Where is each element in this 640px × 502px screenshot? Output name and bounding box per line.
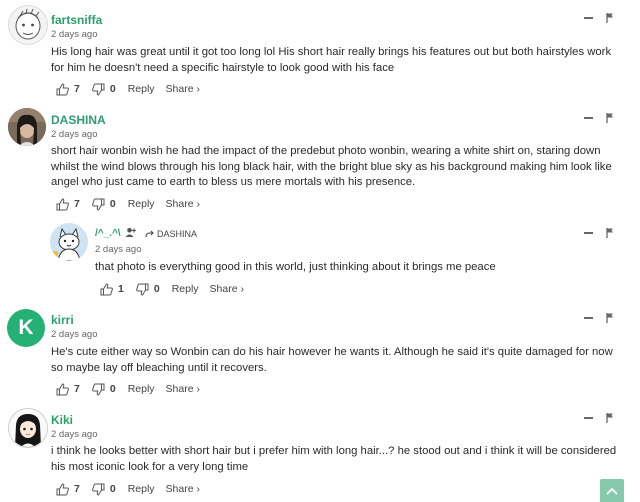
reply-button[interactable]: Reply (128, 383, 155, 395)
upvote-count: 7 (74, 483, 80, 495)
avatar[interactable] (50, 223, 88, 261)
timestamp[interactable]: 2 days ago (51, 29, 97, 40)
reply-button[interactable]: Reply (128, 198, 155, 210)
reply-button[interactable]: Reply (128, 483, 155, 495)
share-button[interactable]: Share › (166, 83, 200, 95)
person-photo-icon (8, 108, 46, 146)
comment-text: He's cute either way so Wonbin can do hi… (51, 346, 613, 374)
timestamp[interactable]: 2 days ago (51, 429, 97, 440)
thumbs-down-icon[interactable] (91, 483, 105, 496)
avatar-letter: K (18, 316, 34, 339)
thumbs-up-icon[interactable] (100, 282, 113, 296)
thumbs-up-icon[interactable] (56, 82, 69, 96)
avatar[interactable] (8, 5, 48, 45)
timestamp[interactable]: 2 days ago (51, 329, 97, 340)
comment-actions: 7 0 Reply Share › (56, 481, 211, 497)
thumbs-up-icon[interactable] (56, 197, 69, 211)
thumbs-down-icon[interactable] (135, 283, 149, 296)
upvote-count: 1 (118, 283, 124, 295)
cat-cartoon-icon (50, 223, 88, 261)
reply-arrow-icon (145, 230, 154, 238)
comment-actions: 7 0 Reply Share › (56, 81, 211, 97)
username[interactable]: fartsniffa (51, 13, 102, 27)
comment-text: that photo is everything good in this wo… (95, 261, 496, 273)
sketch-face-icon (15, 8, 41, 40)
collapse-icon[interactable] (584, 232, 593, 234)
chevron-up-icon (606, 487, 618, 495)
share-button[interactable]: Share › (166, 198, 200, 210)
thumbs-down-icon[interactable] (91, 383, 105, 396)
flag-icon[interactable] (606, 413, 614, 423)
downvote-count: 0 (109, 198, 116, 210)
timestamp[interactable]: 2 days ago (95, 244, 141, 255)
reply-target-name: DASHINA (157, 229, 198, 239)
comment-text: i think he looks better with short hair … (51, 445, 617, 473)
collapse-icon[interactable] (584, 417, 593, 419)
username[interactable]: Kiki (51, 413, 73, 427)
share-button[interactable]: Share › (166, 383, 200, 395)
comment-menu (584, 313, 614, 323)
username[interactable]: kirri (51, 313, 74, 327)
comment-menu (584, 113, 614, 123)
collapse-icon[interactable] (584, 317, 593, 319)
timestamp[interactable]: 2 days ago (51, 129, 97, 140)
downvote-count: 0 (153, 283, 160, 295)
thumbs-up-icon[interactable] (56, 482, 69, 496)
upvote-count: 7 (74, 83, 80, 95)
comment-menu (584, 413, 614, 423)
share-button[interactable]: Share › (166, 483, 200, 495)
upvote-count: 7 (74, 383, 80, 395)
collapse-icon[interactable] (584, 117, 593, 119)
reply-button[interactable]: Reply (172, 283, 199, 295)
anime-girl-icon (9, 409, 47, 447)
comment-menu (584, 228, 614, 238)
downvote-count: 0 (109, 483, 116, 495)
downvote-count: 0 (109, 83, 116, 95)
upvote-count: 7 (74, 198, 80, 210)
reply-button[interactable]: Reply (128, 83, 155, 95)
avatar[interactable]: K (7, 309, 45, 347)
scroll-to-top-button[interactable] (600, 479, 624, 502)
reply-target[interactable]: DASHINA (145, 229, 197, 239)
avatar[interactable] (8, 108, 46, 146)
share-button[interactable]: Share › (210, 283, 244, 295)
downvote-count: 0 (109, 383, 116, 395)
flag-icon[interactable] (606, 313, 614, 323)
comment-actions: 7 0 Reply Share › (56, 381, 211, 397)
comment-text: His long hair was great until it got too… (51, 46, 612, 74)
comment-actions: 7 0 Reply Share › (56, 196, 211, 212)
thumbs-up-icon[interactable] (56, 382, 69, 396)
follow-user-icon[interactable] (125, 227, 137, 238)
collapse-icon[interactable] (584, 17, 593, 19)
username[interactable]: DASHINA (51, 113, 106, 127)
avatar[interactable] (8, 408, 48, 448)
comment-actions: 1 0 Reply Share › (100, 281, 255, 297)
flag-icon[interactable] (606, 13, 614, 23)
comment-text: short hair wonbin wish he had the impact… (51, 145, 612, 188)
flag-icon[interactable] (606, 228, 614, 238)
username[interactable]: /^_.^\ (95, 228, 121, 239)
thumbs-down-icon[interactable] (91, 198, 105, 211)
flag-icon[interactable] (606, 113, 614, 123)
comment-menu (584, 13, 614, 23)
thumbs-down-icon[interactable] (91, 83, 105, 96)
